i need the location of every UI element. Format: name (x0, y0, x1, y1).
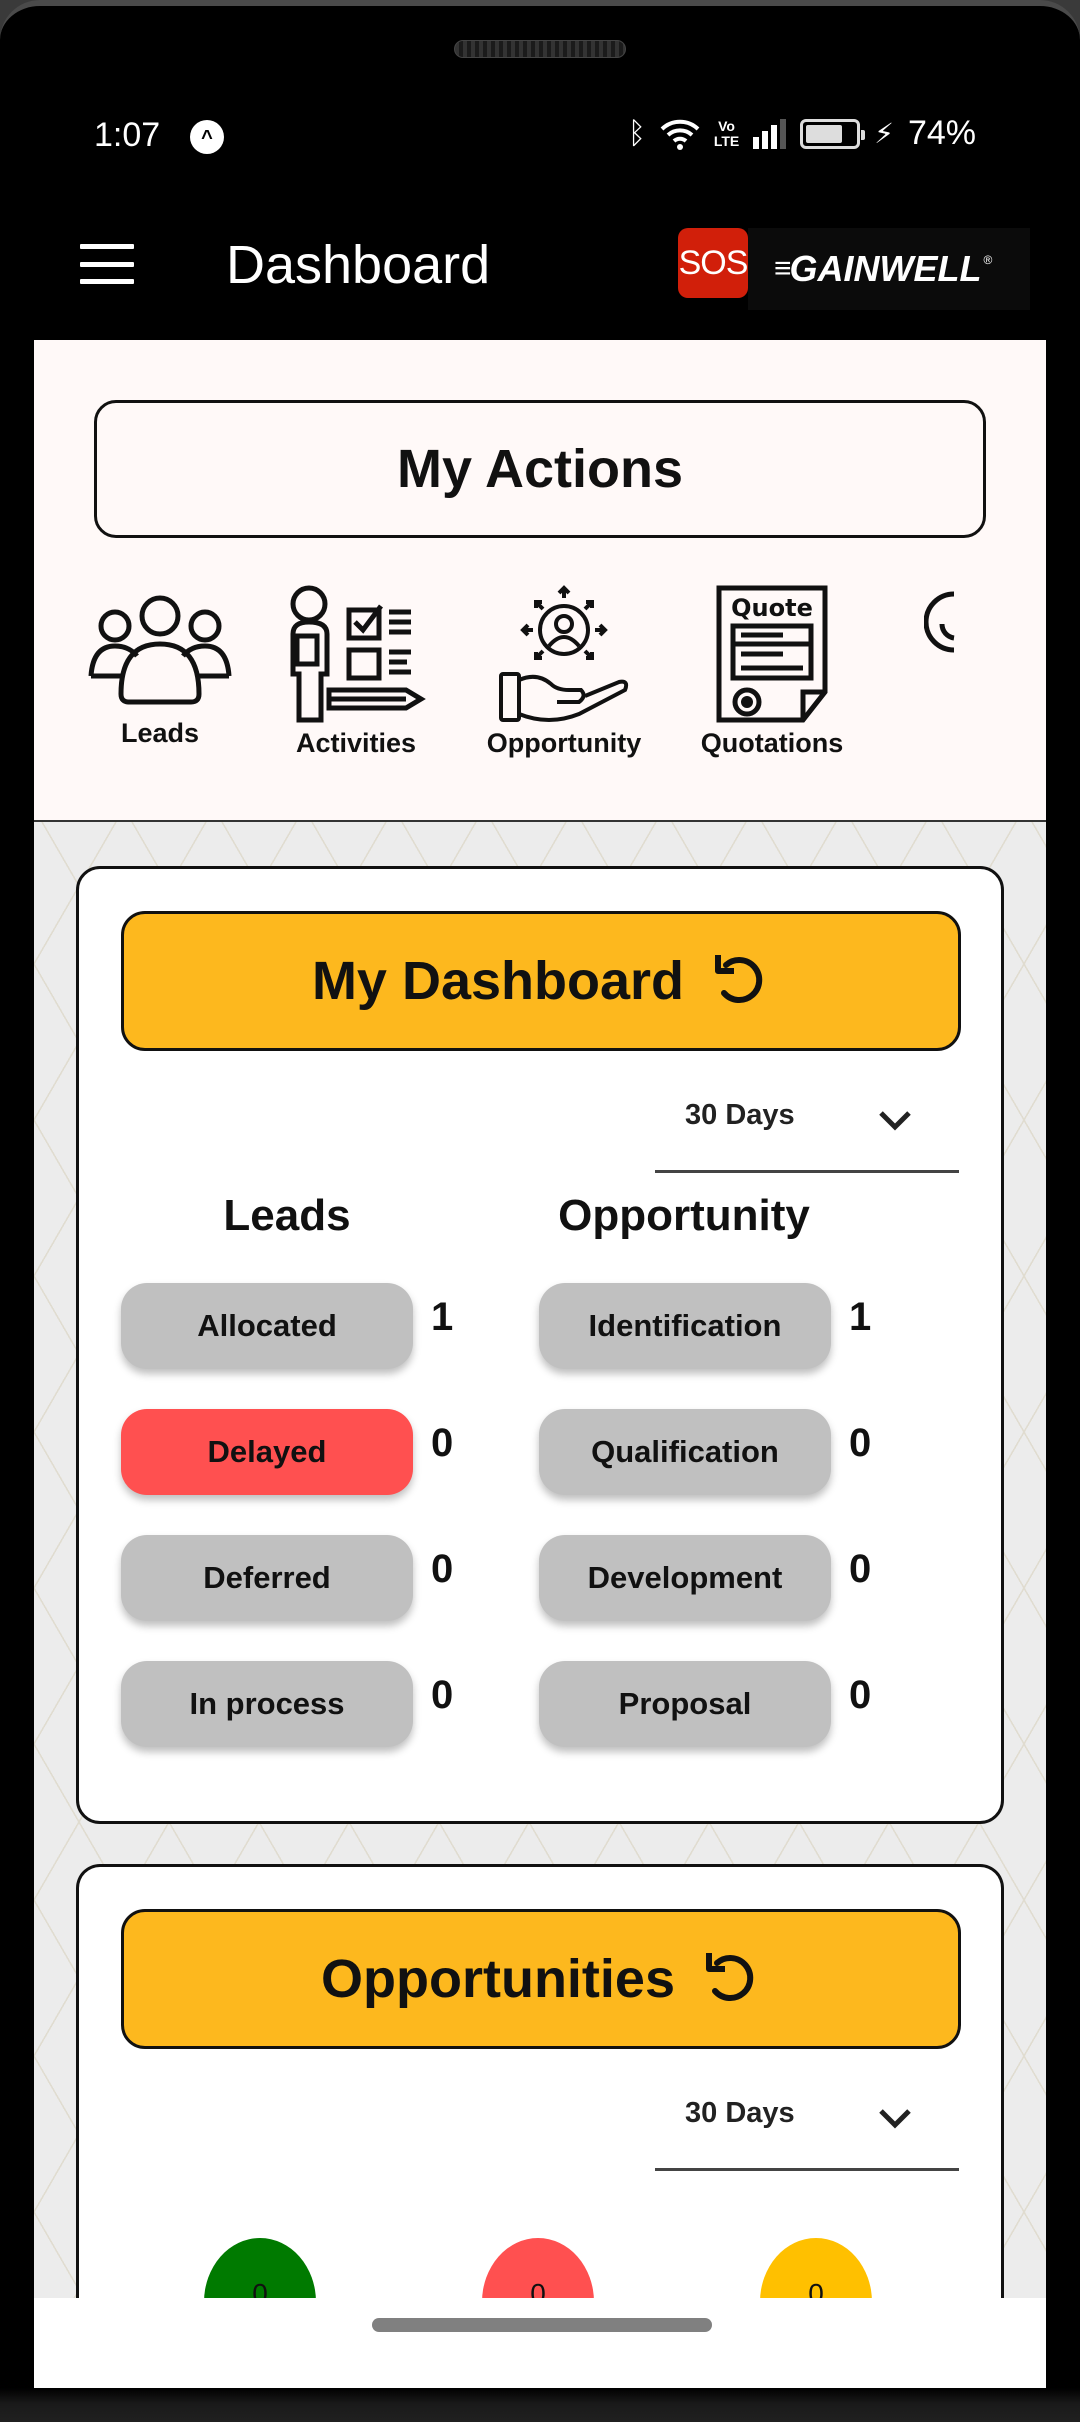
sos-button[interactable]: SOS (678, 228, 748, 298)
phone-frame: 1:07 ^ ᛒ Vo LTE ⚡︎ 74% Dashboard SOS ≡ G… (0, 0, 1080, 2422)
wifi-icon (660, 119, 700, 150)
proposal-count: 0 (849, 1673, 872, 1717)
home-indicator[interactable] (372, 2318, 712, 2332)
brand-logo: ≡ GAINWELL ® (748, 228, 1030, 310)
group-people-icon (88, 595, 232, 705)
brand-name: GAINWELL (789, 248, 982, 289)
delayed-button[interactable]: Delayed (121, 1409, 413, 1495)
qualification-button[interactable]: Qualification (539, 1409, 831, 1495)
delayed-count: 0 (431, 1421, 454, 1465)
action-label: Opportunity (486, 728, 642, 758)
signal-icon (753, 118, 787, 149)
dashboard-period-dropdown[interactable]: 30 Days (655, 1077, 959, 1173)
action-next-partial[interactable] (924, 584, 1004, 724)
volte-icon: Vo LTE (713, 117, 740, 149)
opp-stat-identification: Identification 1 (539, 1283, 871, 1369)
page-title: Dashboard (226, 235, 491, 295)
svg-text:Quote: Quote (731, 594, 813, 622)
proposal-button[interactable]: Proposal (539, 1661, 831, 1747)
quote-document-icon: Quote (716, 585, 828, 723)
my-dashboard-card: My Dashboard 30 Days Leads Opportunity A… (76, 866, 1004, 1824)
refresh-icon[interactable] (701, 1949, 761, 2009)
action-opportunity[interactable]: Opportunity (474, 584, 654, 759)
main-content[interactable]: My Actions Leads Activities Opportunity … (34, 340, 1046, 2298)
identification-count: 1 (849, 1295, 872, 1339)
period-value: 30 Days (685, 1099, 795, 1131)
leads-column-title: Leads (223, 1191, 351, 1240)
opportunity-column-title: Opportunity (558, 1191, 810, 1240)
earpiece-speaker (454, 40, 626, 58)
status-time: 1:07 (94, 116, 161, 154)
chevron-down-icon (879, 1111, 911, 1131)
battery-icon (800, 118, 866, 149)
lead-stat-delayed: Delayed 0 (121, 1409, 453, 1495)
action-quotations[interactable]: Quote Quotations (682, 584, 862, 759)
caret-up-icon: ^ (190, 120, 224, 154)
my-dashboard-header[interactable]: My Dashboard (121, 911, 961, 1051)
allocated-count: 1 (431, 1295, 454, 1339)
in-process-button[interactable]: In process (121, 1661, 413, 1747)
my-actions-panel: My Actions Leads Activities Opportunity … (34, 340, 1046, 822)
bluetooth-icon: ᛒ (627, 116, 646, 150)
lead-stat-in-process: In process 0 (121, 1661, 453, 1747)
deferred-count: 0 (431, 1547, 454, 1591)
identification-button[interactable]: Identification (539, 1283, 831, 1369)
action-label: Activities (295, 728, 417, 758)
opp-stat-proposal: Proposal 0 (539, 1661, 871, 1747)
opp-stat-qualification: Qualification 0 (539, 1409, 871, 1495)
opp-stat-development: Development 0 (539, 1535, 871, 1621)
opportunity-hand-icon (499, 585, 629, 722)
lead-stat-deferred: Deferred 0 (121, 1535, 453, 1621)
opportunities-title: Opportunities (321, 1949, 675, 2009)
brand-wings-icon: ≡ (774, 252, 791, 285)
registered-mark: ® (983, 253, 993, 267)
battery-fill (806, 124, 842, 143)
status-icons: ᛒ Vo LTE ⚡︎ 74% (628, 114, 976, 153)
battery-percent: 74% (907, 114, 976, 152)
my-dashboard-title: My Dashboard (311, 951, 685, 1011)
allocated-button[interactable]: Allocated (121, 1283, 413, 1369)
action-label: Quotations (700, 728, 844, 758)
my-actions-title[interactable]: My Actions (94, 400, 986, 538)
hamburger-menu-icon[interactable] (80, 244, 134, 284)
partial-next-action-icon (924, 591, 955, 653)
in-process-count: 0 (431, 1673, 454, 1717)
chevron-down-icon (879, 2109, 911, 2129)
qualification-count: 0 (849, 1421, 872, 1465)
activities-checklist-icon (290, 585, 426, 723)
opportunities-header[interactable]: Opportunities (121, 1909, 961, 2049)
lead-stat-allocated: Allocated 1 (121, 1283, 453, 1369)
opportunities-card: Opportunities 30 Days (76, 1864, 1004, 2298)
development-count: 0 (849, 1547, 872, 1591)
development-button[interactable]: Development (539, 1535, 831, 1621)
refresh-icon[interactable] (710, 951, 770, 1011)
charging-icon: ⚡︎ (874, 118, 894, 149)
deferred-button[interactable]: Deferred (121, 1535, 413, 1621)
gesture-nav-bar (34, 2298, 1046, 2388)
action-label: Leads (120, 718, 200, 748)
bottom-bezel (0, 2388, 1080, 2422)
period-value: 30 Days (685, 2097, 795, 2129)
status-bar: 1:07 ^ ᛒ Vo LTE ⚡︎ 74% (0, 106, 1080, 166)
action-leads[interactable]: Leads (70, 584, 250, 749)
opportunities-period-dropdown[interactable]: 30 Days (655, 2075, 959, 2171)
action-activities[interactable]: Activities (266, 584, 446, 759)
